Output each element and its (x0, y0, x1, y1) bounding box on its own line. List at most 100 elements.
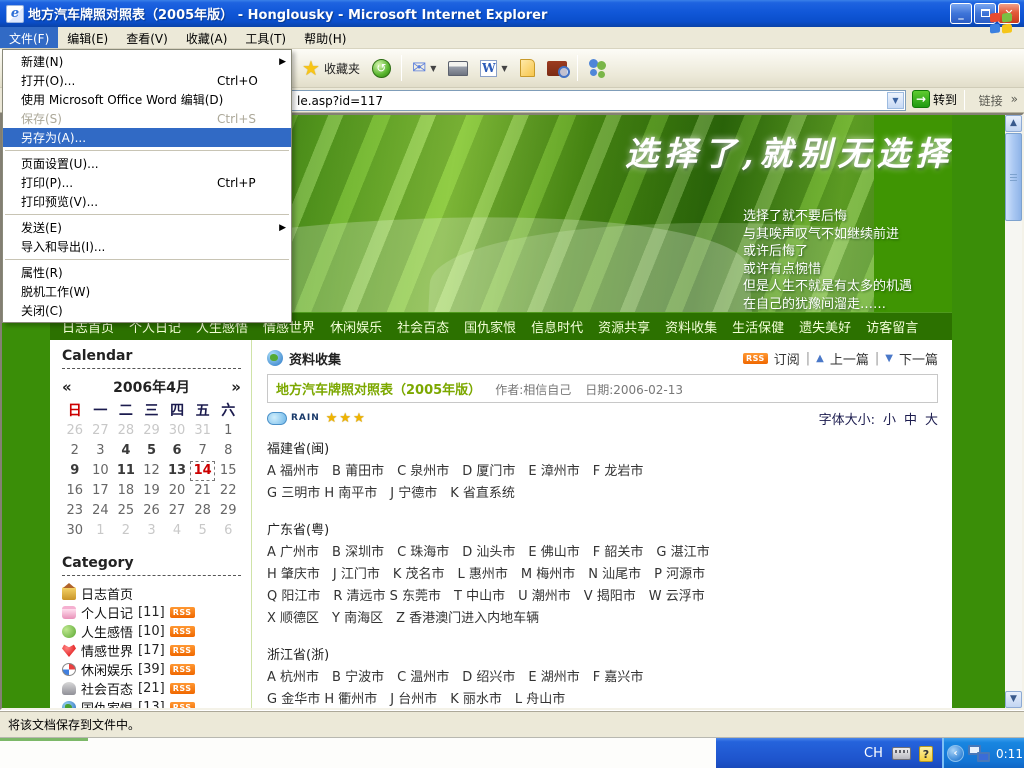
scroll-up-button[interactable]: ▲ (1005, 115, 1022, 132)
prev-post-link[interactable]: 上一篇 (830, 349, 869, 368)
calendar-day-cell[interactable]: 30 (62, 521, 88, 541)
hide-icons-button[interactable]: ‹ (947, 745, 964, 762)
calendar-day-cell[interactable]: 27 (164, 501, 190, 521)
research-button[interactable] (541, 58, 573, 79)
nav-item-10[interactable]: 生活保健 (732, 317, 784, 336)
calendar-day-cell[interactable]: 18 (113, 481, 139, 501)
file-menu-item-7[interactable]: 打印(P)...Ctrl+P (3, 173, 291, 192)
category-rss-badge[interactable]: RSS (170, 626, 195, 637)
compose-button[interactable] (514, 56, 541, 80)
category-item-3[interactable]: 情感世界[17]RSS (62, 641, 241, 660)
nav-item-4[interactable]: 休闲娱乐 (330, 317, 382, 336)
calendar-day-cell[interactable]: 2 (62, 441, 88, 461)
file-menu-item-6[interactable]: 页面设置(U)... (3, 154, 291, 173)
file-menu-item-15[interactable]: 关闭(C) (3, 301, 291, 320)
calendar-day-cell[interactable]: 7 (190, 441, 216, 461)
network-icon[interactable] (968, 745, 990, 762)
file-menu-item-10[interactable]: 发送(E)▶ (3, 218, 291, 237)
nav-item-8[interactable]: 资源共享 (598, 317, 650, 336)
calendar-day-cell[interactable]: 5 (139, 441, 165, 461)
calendar-day-cell[interactable]: 13 (164, 461, 190, 481)
category-rss-badge[interactable]: RSS (170, 645, 195, 656)
favorites-button[interactable]: ★ 收藏夹 (296, 56, 366, 80)
calendar-day-cell[interactable]: 8 (215, 441, 241, 461)
history-button[interactable]: ↺ (366, 56, 397, 81)
nav-item-12[interactable]: 访客留言 (866, 317, 918, 336)
menubar-item-1[interactable]: 编辑(E) (58, 27, 117, 48)
category-rss-badge[interactable]: RSS (170, 607, 195, 618)
file-menu-item-14[interactable]: 脱机工作(W) (3, 282, 291, 301)
ime-help-icon[interactable]: ? (919, 746, 933, 762)
calendar-day-cell[interactable]: 22 (215, 481, 241, 501)
calendar-prev-button[interactable]: « (62, 378, 96, 396)
calendar-day-cell[interactable]: 16 (62, 481, 88, 501)
calendar-day-cell[interactable]: 26 (139, 501, 165, 521)
file-menu-item-0[interactable]: 新建(N)▶ (3, 52, 291, 71)
calendar-day-cell[interactable]: 28 (190, 501, 216, 521)
scrollbar-thumb[interactable] (1005, 133, 1022, 221)
category-item-5[interactable]: 社会百态[21]RSS (62, 679, 241, 698)
fontsize-large[interactable]: 大 (925, 409, 938, 428)
calendar-day-cell[interactable]: 23 (62, 501, 88, 521)
calendar-day-cell[interactable]: 21 (190, 481, 216, 501)
category-rss-badge[interactable]: RSS (170, 664, 195, 675)
calendar-today-cell[interactable]: 14 (190, 461, 216, 481)
category-item-4[interactable]: 休闲娱乐[39]RSS (62, 660, 241, 679)
language-indicator[interactable]: CH (864, 746, 883, 761)
category-item-2[interactable]: 人生感悟[10]RSS (62, 622, 241, 641)
menubar-item-4[interactable]: 工具(T) (236, 27, 295, 48)
file-menu-item-13[interactable]: 属性(R) (3, 263, 291, 282)
fontsize-small[interactable]: 小 (883, 409, 896, 428)
category-rss-badge[interactable]: RSS (170, 683, 195, 694)
subscribe-link[interactable]: 订阅 (774, 349, 800, 368)
category-item-1[interactable]: 个人日记[11]RSS (62, 603, 241, 622)
calendar-day-cell[interactable]: 17 (88, 481, 114, 501)
messenger-button[interactable] (582, 56, 614, 80)
menubar-item-2[interactable]: 查看(V) (117, 27, 177, 48)
keyboard-icon[interactable] (892, 747, 911, 760)
menubar-item-5[interactable]: 帮助(H) (295, 27, 355, 48)
calendar-day-cell[interactable]: 12 (139, 461, 165, 481)
calendar-day-cell[interactable]: 29 (215, 501, 241, 521)
file-menu-item-1[interactable]: 打开(O)...Ctrl+O (3, 71, 291, 90)
vertical-scrollbar[interactable]: ▲ ▼ (1005, 115, 1022, 708)
mail-button[interactable]: ✉▼ (406, 55, 442, 81)
links-chevron[interactable]: » (1011, 92, 1018, 109)
category-rss-badge[interactable]: RSS (170, 702, 195, 710)
category-item-6[interactable]: 国仇家恨[13]RSS (62, 698, 241, 710)
calendar-day-cell[interactable]: 3 (88, 441, 114, 461)
calendar-day-cell[interactable]: 25 (113, 501, 139, 521)
mail-dropdown-arrow[interactable]: ▼ (430, 64, 436, 73)
file-menu-item-11[interactable]: 导入和导出(I)... (3, 237, 291, 256)
word-dropdown-arrow[interactable]: ▼ (501, 64, 507, 73)
minimize-button[interactable]: _ (950, 3, 972, 24)
calendar-day-cell[interactable]: 11 (113, 461, 139, 481)
file-menu-item-2[interactable]: 使用 Microsoft Office Word 编辑(D) (3, 90, 291, 109)
file-menu-item-8[interactable]: 打印预览(V)... (3, 192, 291, 211)
calendar-day-cell[interactable]: 15 (215, 461, 241, 481)
print-button[interactable] (442, 58, 474, 79)
calendar-day-cell[interactable]: 6 (164, 441, 190, 461)
nav-item-7[interactable]: 信息时代 (531, 317, 583, 336)
category-item-0[interactable]: 日志首页 (62, 584, 241, 603)
calendar-day-cell[interactable]: 1 (215, 421, 241, 441)
menubar-item-3[interactable]: 收藏(A) (177, 27, 237, 48)
nav-item-11[interactable]: 遗失美好 (799, 317, 851, 336)
nav-item-9[interactable]: 资料收集 (665, 317, 717, 336)
nav-item-5[interactable]: 社会百态 (397, 317, 449, 336)
calendar-next-button[interactable]: » (207, 378, 241, 396)
scroll-down-button[interactable]: ▼ (1005, 691, 1022, 708)
calendar-day-cell[interactable]: 19 (139, 481, 165, 501)
menubar-item-0[interactable]: 文件(F) (0, 27, 58, 48)
fontsize-medium[interactable]: 中 (904, 409, 917, 428)
rss-badge[interactable]: RSS (743, 353, 768, 364)
links-label[interactable]: 链接 (979, 92, 1003, 109)
calendar-day-cell[interactable]: 20 (164, 481, 190, 501)
calendar-day-cell[interactable]: 9 (62, 461, 88, 481)
file-menu-item-4[interactable]: 另存为(A)... (3, 128, 291, 147)
calendar-day-cell[interactable]: 4 (113, 441, 139, 461)
go-button[interactable]: → 转到 (912, 90, 957, 108)
address-dropdown-button[interactable]: ▼ (887, 92, 904, 109)
nav-item-6[interactable]: 国仇家恨 (464, 317, 516, 336)
edit-with-word-button[interactable]: W▼ (474, 57, 513, 80)
